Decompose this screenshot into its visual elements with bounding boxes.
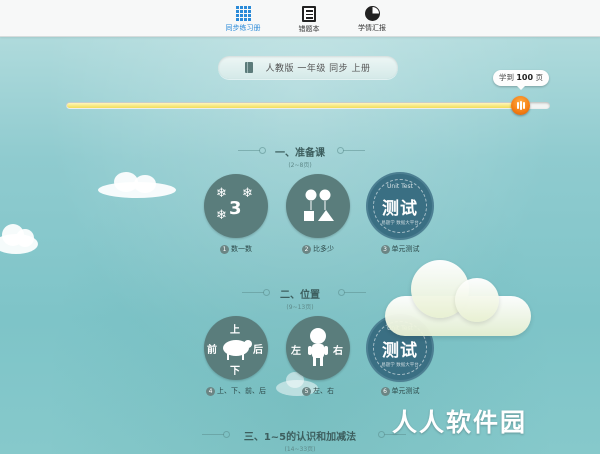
lesson-label: 单元测试 [391,245,420,253]
badge-subtitle: 易题学 数据大平台 [381,363,419,368]
lesson-compare[interactable]: 2 比多少 [286,174,350,264]
lesson-art: 左 右 [286,316,350,380]
cloud-decoration-left [0,220,44,256]
lesson-art [286,174,350,238]
grid-icon [235,6,251,21]
section-page-range: (14~33页) [284,446,316,453]
badge-title: 测试 [382,341,418,361]
checklist-icon [302,6,316,22]
lesson-number-badge: 4 [206,386,215,396]
progress-page-number: 100 [516,73,534,82]
book-title: 人教版 一年级 同步 上册 [265,64,371,74]
progress-slider-handle[interactable] [511,96,531,115]
tab-label: 错题本 [298,25,320,33]
pie-chart-icon [364,6,380,21]
badge-title: 测试 [382,199,418,219]
section-page-range: (2~8页) [288,162,312,169]
lesson-label: 比多少 [313,245,334,253]
lesson-caption: 3 单元测试 [358,244,442,254]
watermark: 人人软件园 [392,408,528,437]
snowflake-icon: ❄ [216,208,227,223]
section-title: 一、准备课 [275,148,325,159]
badge-subtitle: 易题学 数据大平台 [381,221,419,226]
progress-track[interactable] [66,102,550,109]
lesson-caption: 6 单元测试 [358,386,442,396]
snowflake-icon: ❄ [216,186,227,201]
tab-label: 学情汇报 [358,24,386,32]
top-navigation-bar: 同步练习册 错题本 学情汇报 [0,0,600,37]
lesson-number-badge: 5 [302,386,311,396]
child-icon [308,328,328,366]
lesson-unit-test[interactable]: Unit Test 测试 易题学 数据大平台 3 单元测试 [368,174,432,264]
section-page-range: (9~13页) [286,304,314,311]
sheep-icon [223,340,252,360]
book-selector[interactable]: 人教版 一年级 同步 上册 [218,56,398,79]
tab-label: 同步练习册 [225,24,261,32]
progress-prefix: 学到 [498,73,514,82]
lesson-count[interactable]: ❄ ❄ ❄ 3 1 数一数 [204,174,268,264]
unit-test-badge: Unit Test 测试 易题学 数据大平台 [368,316,432,380]
lesson-number-badge: 2 [302,244,311,254]
lesson-number-badge: 3 [380,244,390,254]
lesson-art: 上 下 前 后 [204,316,268,380]
progress-page-bubble: 学到 100 页 [492,70,549,90]
tab-learning-report[interactable]: 学情汇报 [337,3,407,35]
lesson-caption: 2 比多少 [276,244,360,254]
tab-sync-workbook[interactable]: 同步练习册 [208,3,278,35]
lesson-number-badge: 6 [380,386,390,396]
progress-suffix: 页 [535,73,543,82]
cloud-decoration-mid [98,172,178,202]
lesson-number-badge: 1 [220,244,229,254]
lesson-label: 单元测试 [391,387,420,395]
lesson-caption: 5 左、右 [276,386,360,396]
lesson-label: 左、右 [313,387,334,395]
lesson-caption: 4 上、下、前、后 [194,386,278,396]
lesson-label: 上、下、前、后 [217,387,266,395]
lesson-unit-test[interactable]: Unit Test 测试 易题学 数据大平台 6 单元测试 [368,316,432,406]
number-glyph: 3 [229,198,242,219]
shapes-icon [304,189,334,221]
badge-english-label: Unit Test [387,325,413,332]
lesson-label: 数一数 [231,245,252,253]
badge-english-label: Unit Test [387,183,413,190]
lesson-left-right[interactable]: 左 右 5 左、右 [286,316,350,406]
lesson-art: ❄ ❄ ❄ 3 [204,174,268,238]
book-icon [245,62,254,73]
section-title: 二、位置 [280,290,320,301]
lesson-up-down-front-back[interactable]: 上 下 前 后 4 上、下、前、后 [204,316,268,406]
tab-wrong-answers[interactable]: 错题本 [274,3,344,35]
progress-fill [67,103,520,108]
snowflake-icon: ❄ [242,186,253,201]
unit-test-badge: Unit Test 测试 易题学 数据大平台 [368,174,432,238]
lesson-caption: 1 数一数 [194,244,278,254]
